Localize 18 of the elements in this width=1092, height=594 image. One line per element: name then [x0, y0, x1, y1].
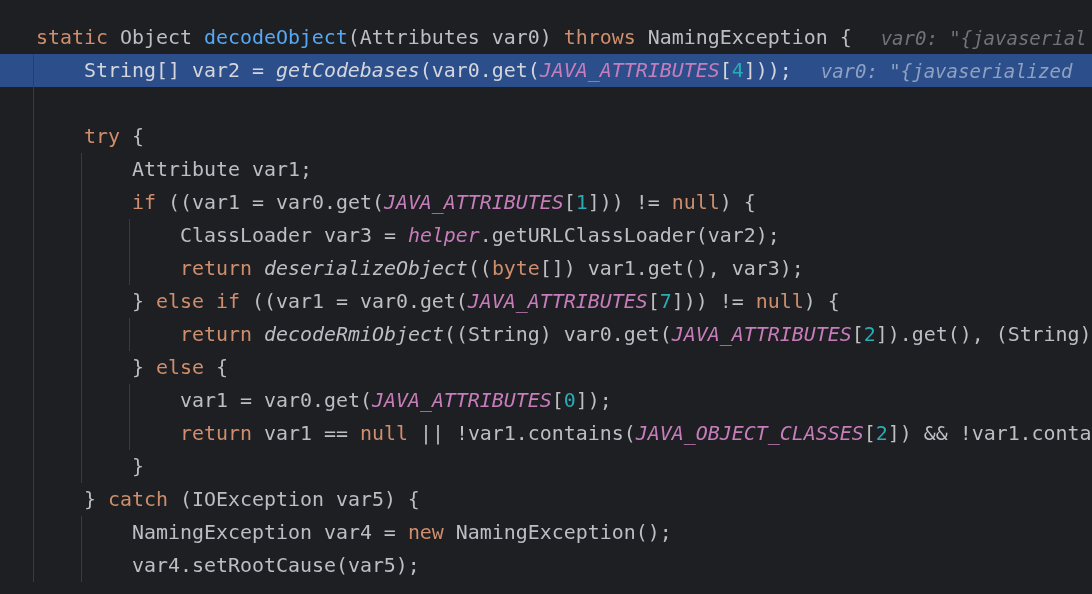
code-line: String[] var2 = getCodebases(var0.get(JAVA_ATTRIBUTES[4]));	[84, 59, 792, 82]
code-line: ClassLoader var3 = helper.getURLClassLoader(var2);	[180, 224, 780, 247]
inline-value-hint: var0: "{javaserialized	[820, 59, 1073, 82]
code-line: if ((var1 = var0.get(JAVA_ATTRIBUTES[1])) != null) {	[132, 191, 756, 214]
code-line: NamingException var4 = new NamingException();	[132, 521, 672, 544]
code-line: Attribute var1;	[132, 158, 312, 181]
code-line: var1 = var0.get(JAVA_ATTRIBUTES[0]);	[180, 389, 612, 412]
code-line: var4.setRootCause(var5);	[132, 554, 420, 577]
code-line: }	[132, 455, 144, 478]
code-line: try {	[84, 125, 144, 148]
code-line: } else {	[132, 356, 228, 379]
code-line: } else if ((var1 = var0.get(JAVA_ATTRIBUTES[7])) != null) {	[132, 290, 840, 313]
code-line: return decodeRmiObject((String) var0.get(JAVA_ATTRIBUTES[2]).get(), (String)	[180, 323, 1092, 346]
code-line: return var1 == null || !var1.contains(JAVA_OBJECT_CLASSES[2]) && !var1.conta	[180, 422, 1092, 445]
code-line: } catch (IOException var5) {	[84, 488, 420, 511]
code-line: return deserializeObject((byte[]) var1.get(), var3);	[180, 257, 804, 280]
inline-value-hint: var0: "{javaserial	[880, 26, 1087, 49]
code-line: static Object decodeObject(Attributes var0) throws NamingException {	[36, 26, 852, 49]
